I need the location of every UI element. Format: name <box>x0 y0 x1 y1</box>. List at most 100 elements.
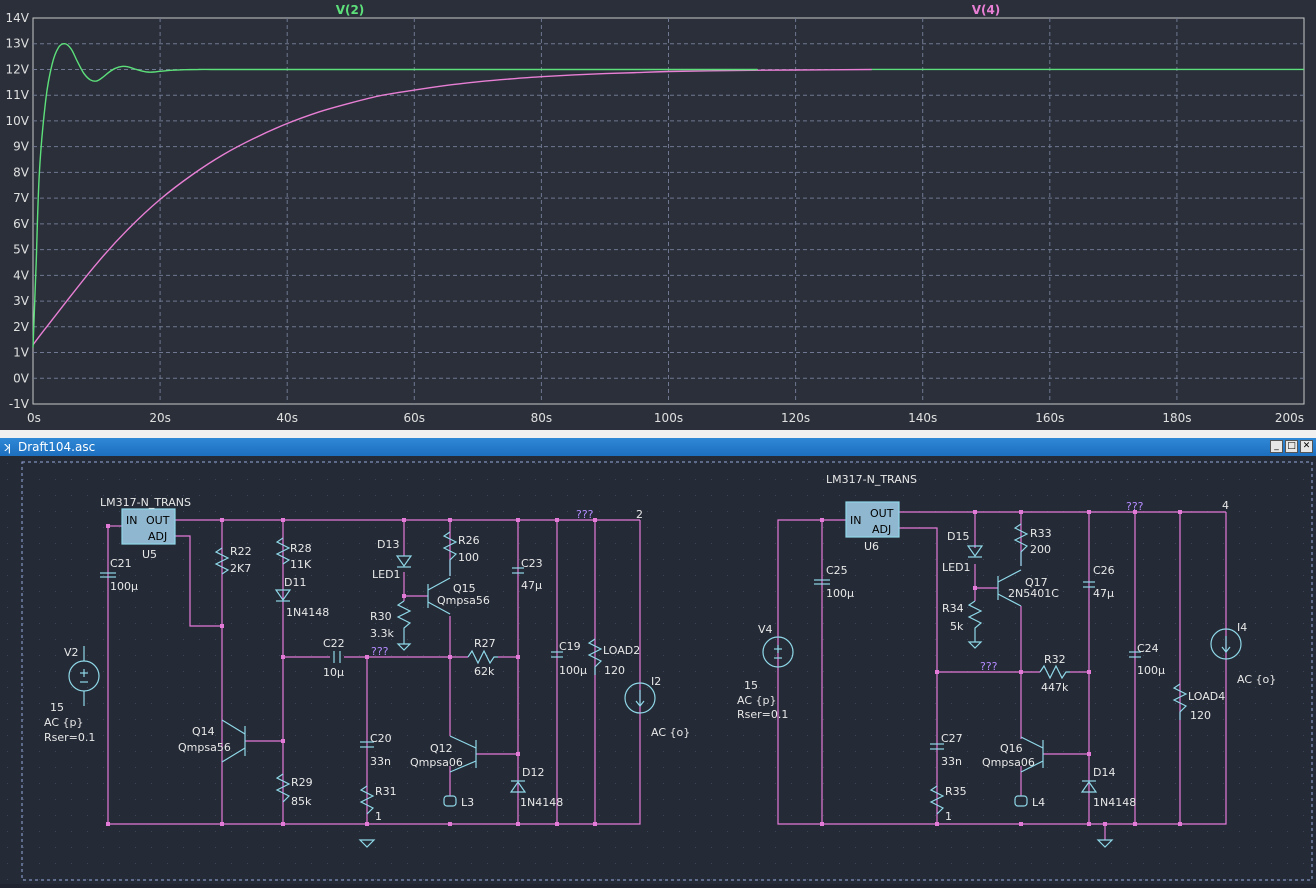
label-v2: V2 <box>64 646 79 659</box>
x-tick-label: 0s <box>27 411 41 425</box>
value-i4: AC {o} <box>1237 673 1276 686</box>
label-r32: R32 <box>1044 653 1066 666</box>
label-load4: LOAD4 <box>1188 690 1225 703</box>
value-q12: Qmpsa06 <box>410 756 463 769</box>
lm317-label-b: LM317-N_TRANS <box>826 473 917 486</box>
value-q16: Qmpsa06 <box>982 756 1035 769</box>
label-d14: D14 <box>1093 766 1115 779</box>
waveform-plot[interactable]: 14V 13V 12V 11V 10V 9V 8V 7V 6V 5V 4V 3V 2V 1V 0V -1V 0… <box>0 0 1316 430</box>
value-q17: 2N5401C <box>1008 587 1059 600</box>
value-c23: 47µ <box>521 579 542 592</box>
label-c22: C22 <box>323 637 345 650</box>
close-button[interactable]: ✕ <box>1300 440 1313 453</box>
y-tick-label: 7V <box>13 191 30 205</box>
label-c20: C20 <box>370 732 392 745</box>
value-r27: 62k <box>474 665 495 678</box>
x-tick-label: 140s <box>908 411 937 425</box>
pin-adj-b: ADJ <box>872 523 891 536</box>
label-q14: Q14 <box>192 725 215 738</box>
y-axis: 14V 13V 12V 11V 10V 9V 8V 7V 6V 5V 4V 3V 2V 1V 0V -1V <box>6 11 30 411</box>
y-tick-label: 5V <box>13 243 30 257</box>
value-r28: 11K <box>290 558 312 571</box>
value-r26: 100 <box>458 551 479 564</box>
label-c26: C26 <box>1093 564 1115 577</box>
label-c19: C19 <box>559 640 581 653</box>
value-d11: 1N4148 <box>286 606 329 619</box>
value-load2: 120 <box>604 664 625 677</box>
label-r31: R31 <box>375 785 397 798</box>
label-c25: C25 <box>826 564 848 577</box>
label-v4: V4 <box>758 623 773 636</box>
maximize-button[interactable]: □ <box>1285 440 1298 453</box>
value-c27: 33n <box>941 755 962 768</box>
value-r33: 200 <box>1030 543 1051 556</box>
value-d15: LED1 <box>942 561 971 574</box>
label-load2: LOAD2 <box>603 644 640 657</box>
label-r22: R22 <box>230 545 252 558</box>
node-label-4: 4 <box>1222 499 1229 512</box>
value-v4c: Rser=0.1 <box>737 708 788 721</box>
trace-label-v4[interactable]: V(4) <box>972 3 1001 17</box>
schematic-drawing[interactable]: LM317-N_TRANS IN OUT ADJ U5 C21 100µ V2 … <box>0 456 1316 884</box>
value-i2: AC {o} <box>651 726 690 739</box>
label-l4: L4 <box>1032 796 1045 809</box>
value-r30: 3.3k <box>370 627 394 640</box>
value-c21: 100µ <box>110 580 138 593</box>
y-tick-label: 10V <box>6 114 30 128</box>
y-tick-label: 12V <box>6 62 30 76</box>
window-title: Draft104.asc <box>18 440 96 454</box>
y-tick-label: 11V <box>6 88 30 102</box>
value-v4b: AC {p} <box>737 694 777 707</box>
y-tick-label: 9V <box>13 140 30 154</box>
y-tick-label: 13V <box>6 37 30 51</box>
x-tick-label: 160s <box>1035 411 1064 425</box>
label-r35: R35 <box>945 785 967 798</box>
lm317-label-a: LM317-N_TRANS <box>100 496 191 509</box>
schematic-canvas[interactable]: LM317-N_TRANS IN OUT ADJ U5 C21 100µ V2 … <box>0 456 1316 884</box>
schematic-window-titlebar[interactable]: ʞ Draft104.asc _ □ ✕ <box>0 438 1316 456</box>
x-tick-label: 60s <box>404 411 426 425</box>
x-tick-label: 180s <box>1162 411 1191 425</box>
label-c21: C21 <box>110 557 132 570</box>
value-r31: 1 <box>375 810 382 823</box>
label-d11: D11 <box>284 576 306 589</box>
value-c26: 47µ <box>1093 587 1114 600</box>
value-c19: 100µ <box>559 664 587 677</box>
label-i2: I2 <box>651 675 661 688</box>
net-label-unknown-3: ??? <box>980 660 998 673</box>
value-r29: 85k <box>291 795 312 808</box>
label-r30: R30 <box>370 610 392 623</box>
label-r29: R29 <box>291 776 313 789</box>
net-label-unknown-4: ??? <box>1126 500 1144 513</box>
x-tick-label: 80s <box>531 411 553 425</box>
label-d12: D12 <box>522 766 544 779</box>
y-tick-label: 8V <box>13 165 30 179</box>
x-tick-label: 100s <box>654 411 683 425</box>
value-v2c: Rser=0.1 <box>44 731 95 744</box>
net-label-unknown-2: ??? <box>576 508 594 521</box>
pin-in-b: IN <box>850 514 861 527</box>
pin-in-a: IN <box>126 514 137 527</box>
label-r34: R34 <box>942 602 964 615</box>
pin-adj-a: ADJ <box>148 530 167 543</box>
y-tick-label: -1V <box>9 397 30 411</box>
value-v2a: 15 <box>50 701 64 714</box>
minimize-button[interactable]: _ <box>1270 440 1283 453</box>
label-r28: R28 <box>290 542 312 555</box>
label-r33: R33 <box>1030 527 1052 540</box>
pane-divider[interactable] <box>0 430 1316 438</box>
waveform-plot-pane[interactable]: 14V 13V 12V 11V 10V 9V 8V 7V 6V 5V 4V 3V 2V 1V 0V -1V 0… <box>0 0 1316 430</box>
value-v4a: 15 <box>744 679 758 692</box>
value-load4: 120 <box>1190 709 1211 722</box>
label-d15: D15 <box>947 530 969 543</box>
value-r32: 447k <box>1041 681 1069 694</box>
label-c23: C23 <box>521 557 543 570</box>
pin-out-a: OUT <box>146 514 170 527</box>
value-q14: Qmpsa56 <box>178 741 231 754</box>
x-tick-label: 120s <box>781 411 810 425</box>
value-d13: LED1 <box>372 568 401 581</box>
trace-label-v2[interactable]: V(2) <box>336 3 365 17</box>
label-d13: D13 <box>377 538 399 551</box>
y-tick-label: 1V <box>13 346 30 360</box>
value-c24: 100µ <box>1137 664 1165 677</box>
